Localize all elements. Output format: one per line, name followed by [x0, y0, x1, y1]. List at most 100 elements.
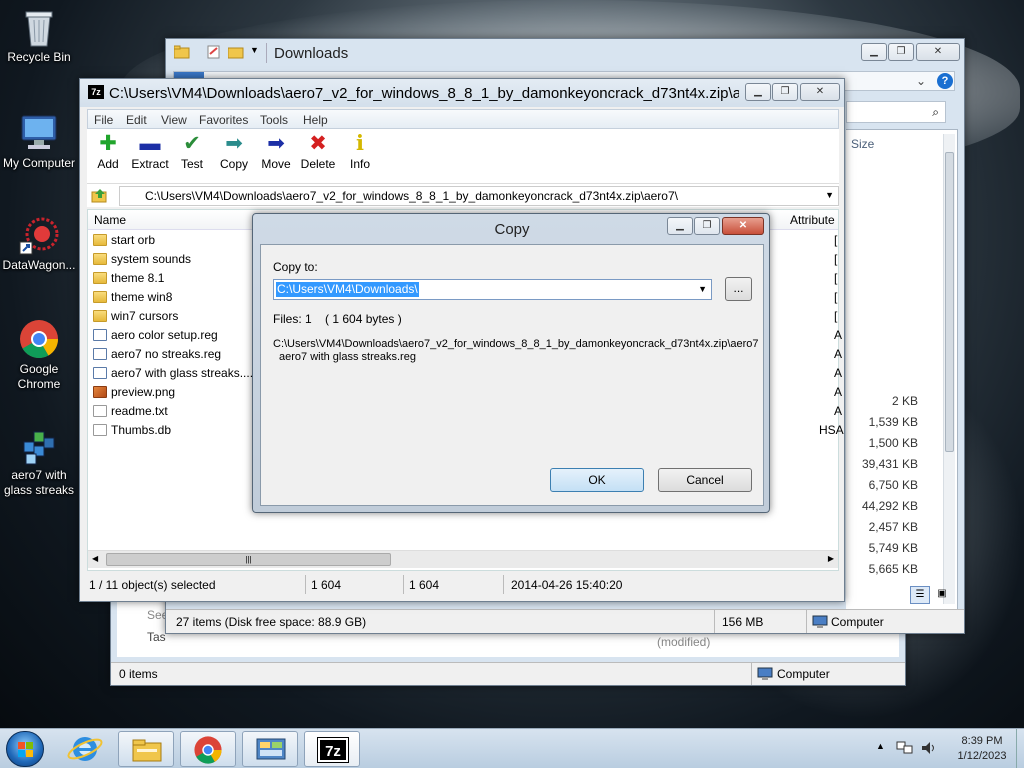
address-bar: C:\Users\VM4\Downloads\aero7_v2_for_wind…: [87, 183, 839, 207]
scrollbar-thumb[interactable]: [945, 152, 954, 452]
info-button[interactable]: ℹ Info: [339, 131, 381, 171]
start-orb-icon[interactable]: [6, 731, 44, 767]
taskbar-explorer-button[interactable]: [118, 731, 174, 767]
divider: [806, 610, 807, 633]
copy-button[interactable]: ➡ Copy: [213, 131, 255, 171]
file-explorer-icon: [132, 739, 162, 762]
taskbar-control-panel-button[interactable]: [242, 731, 298, 767]
desktop-icon-aero7-reg[interactable]: aero7 with glass streaks: [0, 424, 78, 498]
clock-date: 1/12/2023: [957, 750, 1007, 762]
search-input[interactable]: ⌕: [846, 101, 946, 123]
copy-dialog-titlebar[interactable]: Copy ▁ ❐ ✕: [253, 214, 769, 242]
move-button[interactable]: ➡ Move: [255, 131, 297, 171]
delete-button[interactable]: ✖ Delete: [297, 131, 339, 171]
explorer-titlebar[interactable]: ▼ Downloads ▁ ❐ ✕: [166, 39, 964, 67]
total-size: 156 MB: [722, 615, 764, 629]
copy-dialog-body: Copy to: C:\Users\VM4\Downloads\ ▼ ... F…: [260, 244, 764, 506]
sevenzip-statusbar: 1 / 11 object(s) selected 1 604 1 604 20…: [87, 575, 839, 595]
desktop-icon-recycle-bin[interactable]: Recycle Bin: [0, 6, 78, 65]
volume-icon[interactable]: [920, 739, 938, 757]
scrollbar[interactable]: [943, 134, 955, 604]
desktop-icon-datawagon[interactable]: DataWagon...: [0, 214, 78, 273]
menu-item-favorites[interactable]: Favorites: [199, 113, 248, 127]
chevron-down-icon[interactable]: ▼: [825, 190, 834, 200]
column-header-attributes[interactable]: Attribute: [790, 213, 835, 227]
show-desktop-button[interactable]: [1016, 729, 1024, 768]
desktop-icon-google-chrome[interactable]: Google Chrome: [0, 318, 78, 392]
details-view-icon[interactable]: ☰: [910, 586, 930, 604]
folder-icon: [93, 234, 107, 246]
minimize-button[interactable]: ▁: [667, 217, 693, 235]
path-input[interactable]: C:\Users\VM4\Downloads\aero7_v2_for_wind…: [119, 186, 839, 206]
desktop-icon-my-computer[interactable]: My Computer: [0, 112, 78, 171]
minimize-button[interactable]: ▁: [745, 83, 771, 101]
items-count: 27 items (Disk free space: 88.9 GB): [176, 615, 367, 629]
add-button[interactable]: ✚ Add: [87, 131, 129, 171]
registry-file-icon: [93, 348, 107, 360]
taskbar-chrome-button[interactable]: [180, 731, 236, 767]
scroll-left-icon[interactable]: ◀: [92, 554, 98, 563]
test-button[interactable]: ✔ Test: [171, 131, 213, 171]
scrollbar-thumb[interactable]: |||: [106, 553, 391, 566]
close-button[interactable]: ✕: [722, 217, 764, 235]
files-info: Files: 1 ( 1 604 bytes ): [273, 312, 402, 326]
window-title: C:\Users\VM4\Downloads\aero7_v2_for_wind…: [109, 85, 739, 102]
cancel-button[interactable]: Cancel: [658, 468, 752, 492]
scroll-right-icon[interactable]: ▶: [828, 554, 834, 563]
divider: [751, 663, 752, 685]
clock[interactable]: 8:39 PM 1/12/2023: [952, 734, 1012, 764]
sevenzip-titlebar[interactable]: 7z C:\Users\VM4\Downloads\aero7_v2_for_w…: [80, 79, 844, 107]
maximize-button[interactable]: ❐: [772, 83, 798, 101]
horizontal-scrollbar[interactable]: ◀ ||| ▶: [88, 550, 838, 568]
folder-icon: [93, 310, 107, 322]
text-file-icon: [93, 405, 107, 417]
menu-item-tools[interactable]: Tools: [260, 113, 288, 127]
properties-icon[interactable]: [206, 45, 222, 59]
internet-explorer-icon[interactable]: [62, 733, 108, 765]
menu-item-view[interactable]: View: [161, 113, 187, 127]
browse-button[interactable]: ...: [725, 277, 752, 301]
file-size: 5,665 KB: [868, 562, 918, 576]
ok-button[interactable]: OK: [550, 468, 644, 492]
up-folder-icon[interactable]: [91, 187, 109, 203]
toolbar-button-label: Info: [349, 157, 370, 171]
registry-file-icon: [93, 367, 107, 379]
text-file-icon: [93, 424, 107, 436]
help-icon[interactable]: ?: [937, 73, 953, 89]
toolbar-button-label: Extract: [131, 157, 169, 171]
modified-date: 2014-04-26 15:40:20: [511, 578, 623, 592]
close-button[interactable]: ✕: [916, 43, 960, 61]
network-icon[interactable]: [896, 739, 914, 757]
chevron-down-icon[interactable]: ⌄: [916, 74, 926, 88]
minimize-button[interactable]: ▁: [861, 43, 887, 61]
close-button[interactable]: ✕: [800, 83, 840, 101]
menu-item-edit[interactable]: Edit: [126, 113, 147, 127]
file-name: preview.png: [111, 385, 176, 399]
extract-button[interactable]: ▬ Extract: [129, 131, 171, 171]
menu-item-file[interactable]: File: [94, 113, 113, 127]
source-path-line1: C:\Users\VM4\Downloads\aero7_v2_for_wind…: [273, 338, 759, 350]
check-icon: ✔: [183, 132, 201, 155]
file-name: Thumbs.db: [111, 423, 172, 437]
view-buttons: ☰ ▣: [908, 586, 956, 606]
chevron-up-icon[interactable]: ▲: [876, 741, 885, 751]
chevron-down-icon[interactable]: ▼: [250, 45, 259, 55]
column-header-size[interactable]: Size: [851, 137, 874, 151]
file-attributes: A: [834, 328, 843, 342]
copy-dialog[interactable]: Copy ▁ ❐ ✕ Copy to: C:\Users\VM4\Downloa…: [252, 213, 770, 513]
chevron-down-icon[interactable]: ▼: [698, 284, 707, 294]
location-label: Computer: [831, 615, 884, 629]
thumbnail-view-icon[interactable]: ▣: [932, 586, 952, 604]
destination-path-combobox[interactable]: C:\Users\VM4\Downloads\ ▼: [273, 279, 712, 300]
divider: [403, 575, 404, 594]
toolbar-button-label: Add: [97, 157, 119, 171]
new-folder-icon[interactable]: [227, 45, 244, 59]
maximize-button[interactable]: ❐: [888, 43, 914, 61]
taskbar-7zip-button[interactable]: 7z: [304, 731, 360, 767]
column-header-name[interactable]: Name: [94, 213, 126, 227]
maximize-button[interactable]: ❐: [694, 217, 720, 235]
file-name: theme win8: [111, 290, 173, 304]
toolbar-button-label: Copy: [219, 157, 248, 171]
menu-item-help[interactable]: Help: [303, 113, 328, 127]
search-icon: ⌕: [932, 105, 939, 119]
